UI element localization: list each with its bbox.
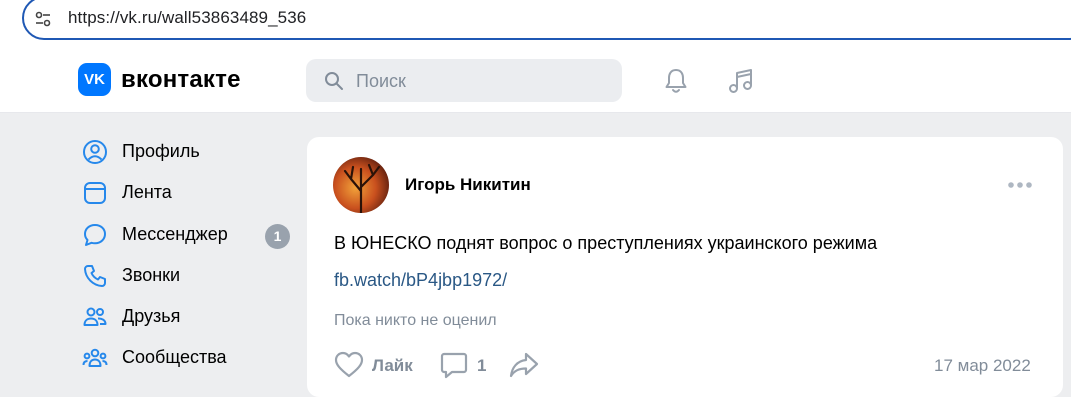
browser-toolbar: https://vk.ru/wall53863489_536 <box>0 0 1071 47</box>
bell-icon[interactable] <box>661 66 691 96</box>
sidebar-item-label: Мессенджер <box>122 224 228 244</box>
profile-icon <box>83 140 107 164</box>
post-text: В ЮНЕСКО поднят вопрос о преступлениях у… <box>334 233 878 253</box>
avatar-tree-image <box>343 163 381 213</box>
search-input[interactable]: Поиск <box>306 59 622 102</box>
likes-note: Пока никто не оценил <box>334 312 497 329</box>
feed-icon <box>84 182 106 204</box>
post-date[interactable]: 17 мар 2022 <box>934 356 1031 376</box>
vk-logo-icon[interactable]: VK <box>78 63 111 96</box>
post-link[interactable]: fb.watch/bP4jbp1972/ <box>334 270 507 291</box>
avatar[interactable] <box>333 157 389 213</box>
site-header: VK вконтакте Поиск <box>0 47 1071 113</box>
comment-button[interactable]: 1 <box>440 351 490 381</box>
sidebar-item-label: Звонки <box>122 265 181 285</box>
sidebar-item-friends[interactable]: Друзья <box>80 296 300 336</box>
sidebar-item-profile[interactable]: Профиль <box>80 131 300 171</box>
search-icon <box>325 72 343 90</box>
heart-icon <box>334 351 364 378</box>
comment-icon <box>440 352 468 379</box>
phone-icon <box>84 265 106 287</box>
like-label: Лайк <box>372 356 413 375</box>
messenger-icon <box>84 224 106 246</box>
comments-count: 1 <box>477 356 487 375</box>
unread-badge: 1 <box>265 224 290 249</box>
sidebar-item-label: Профиль <box>122 141 200 161</box>
sidebar-item-label: Лента <box>122 182 172 202</box>
url-text[interactable]: https://vk.ru/wall53863489_536 <box>68 8 306 28</box>
sidebar-item-label: Сообщества <box>122 347 227 367</box>
share-icon <box>509 352 539 378</box>
sidebar-item-communities[interactable]: Сообщества <box>80 337 300 377</box>
sidebar-item-calls[interactable]: Звонки <box>80 255 300 295</box>
communities-icon <box>82 348 108 367</box>
sidebar-item-messenger[interactable]: Мессенджер 1 <box>80 214 300 254</box>
sidebar-item-feed[interactable]: Лента <box>80 172 300 212</box>
sidebar-item-label: Друзья <box>122 306 181 326</box>
post-card: Игорь Никитин В ЮНЕСКО поднят вопрос о п… <box>307 137 1063 397</box>
share-button[interactable] <box>509 351 541 381</box>
logo-text[interactable]: вконтакте <box>121 66 241 94</box>
friends-icon <box>83 307 107 326</box>
search-placeholder: Поиск <box>356 71 406 91</box>
more-icon[interactable] <box>1007 181 1033 189</box>
like-button[interactable]: Лайк <box>334 351 419 381</box>
tune-icon[interactable] <box>34 10 52 28</box>
music-icon[interactable] <box>726 66 756 96</box>
post-author[interactable]: Игорь Никитин <box>405 175 531 195</box>
